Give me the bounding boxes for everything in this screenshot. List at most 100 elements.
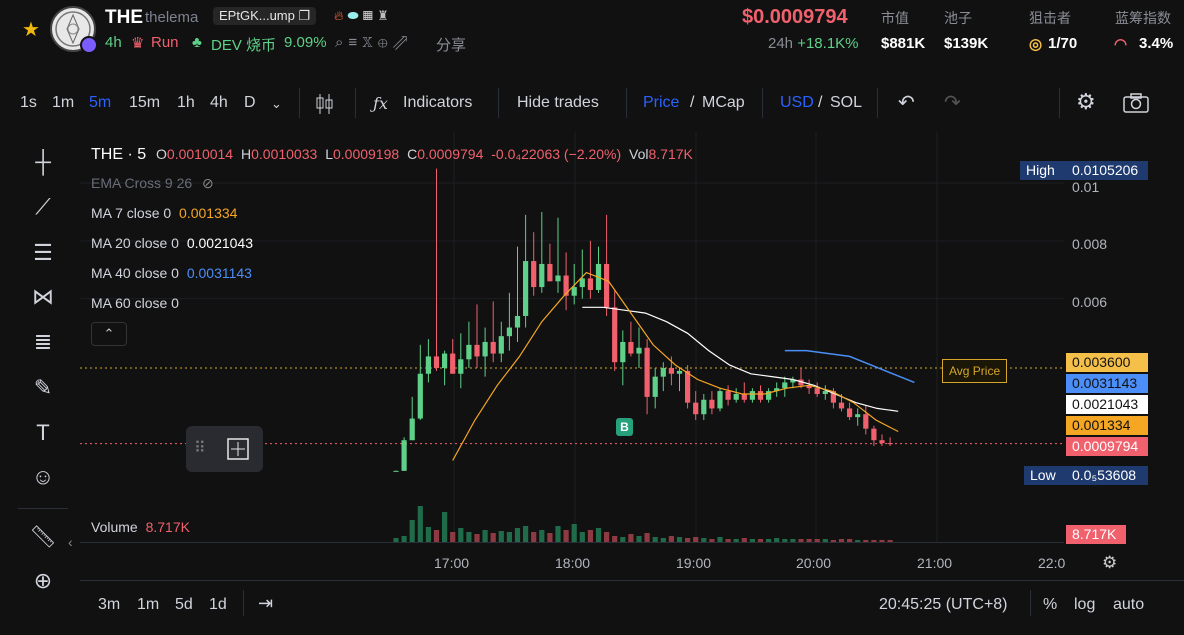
volume-bar	[571, 524, 577, 542]
indicators-fx-icon[interactable]: ƒx	[373, 94, 388, 113]
hide-trades-button[interactable]: Hide trades	[517, 94, 599, 112]
share-label[interactable]: 分享	[436, 34, 466, 55]
toolbar-divider	[1059, 88, 1060, 118]
candle-body	[733, 393, 739, 400]
axis-settings-icon[interactable]: ⚙	[1102, 553, 1117, 573]
collapse-toolbar-chevron-icon[interactable]: ‹	[68, 534, 73, 550]
candle-body	[628, 341, 634, 354]
candle-body	[620, 341, 626, 363]
candle-body	[741, 393, 747, 400]
legend-low: 0.0009198	[332, 146, 400, 162]
volume-bar	[482, 530, 488, 542]
price-tick-1: 0.008	[1072, 236, 1108, 252]
log-scale-toggle[interactable]: log	[1074, 596, 1095, 614]
candle-body	[709, 399, 715, 409]
token-flag-icons: 🔥︎⬬▦♜	[334, 8, 393, 24]
floating-drawing-panel[interactable]: ⠿	[186, 426, 263, 472]
volume-bar	[442, 512, 448, 542]
timeframe-1s[interactable]: 1s	[20, 94, 37, 112]
indicators-button[interactable]: Indicators	[403, 94, 472, 112]
ruler-icon[interactable]: 📏︎	[26, 520, 60, 554]
share-icon[interactable]: ⇗	[393, 34, 413, 51]
ema-cross-indicator[interactable]: EMA Cross 9 26 ⊘	[91, 175, 214, 192]
horizontal-lines-icon[interactable]: ☰	[26, 236, 60, 270]
candle-body	[822, 391, 828, 394]
ma40-indicator[interactable]: MA 40 close 0 0.0031143	[91, 265, 252, 281]
legend-vol-label: Vol	[629, 146, 649, 162]
timeframe-d[interactable]: D	[244, 94, 256, 112]
low-label: Low	[1024, 466, 1066, 485]
timeframe-1h[interactable]: 1h	[177, 94, 195, 112]
timeframe-4h[interactable]: 4h	[210, 94, 228, 112]
undo-icon[interactable]: ↶	[898, 90, 915, 115]
sol-toggle[interactable]: SOL	[830, 94, 862, 112]
collapse-legend-chevron-icon[interactable]: ⌃	[91, 322, 127, 346]
text-tool-icon[interactable]: T	[26, 416, 60, 450]
stat-label-mcap: 市值	[881, 10, 909, 26]
search-icon[interactable]: ⌕	[335, 34, 348, 51]
ma20-indicator[interactable]: MA 20 close 0 0.0021043	[91, 235, 253, 251]
price-chart[interactable]	[80, 132, 1064, 542]
candle-body	[514, 315, 521, 328]
price-toggle[interactable]: Price	[643, 94, 679, 112]
volume-bar	[531, 532, 537, 542]
candle-type-icon[interactable]	[313, 92, 335, 116]
candle-body	[531, 261, 537, 288]
legend-vol: 8.717K	[648, 146, 693, 162]
toggle-slash: /	[690, 94, 695, 111]
timeframe-15m[interactable]: 15m	[129, 94, 160, 112]
clock-display[interactable]: 20:45:25 (UTC+8)	[879, 596, 1008, 614]
auto-scale-toggle[interactable]: auto	[1113, 596, 1144, 614]
run-label: Run	[151, 34, 179, 51]
volume-bar	[409, 520, 415, 542]
toolbar-divider	[762, 88, 763, 118]
drag-handle-icon[interactable]: ⠿	[194, 438, 206, 458]
contract-address[interactable]: EPtGK...ump ❐	[213, 7, 317, 25]
candle-body	[425, 356, 431, 374]
candle-body	[417, 373, 423, 419]
buy-trade-marker[interactable]: B	[616, 418, 633, 436]
redo-icon[interactable]: ↷	[944, 90, 961, 115]
emoji-icon[interactable]: ☺	[26, 460, 60, 494]
brush-icon[interactable]: ✎	[26, 371, 60, 405]
percent-scale-toggle[interactable]: %	[1043, 596, 1057, 614]
target-icon: ◎	[1029, 36, 1043, 53]
token-symbol: THE	[105, 7, 143, 28]
time-tick-2: 19:00	[676, 555, 712, 571]
favorite-star-icon[interactable]: ★	[22, 17, 40, 42]
ma7-indicator[interactable]: MA 7 close 0 0.001334	[91, 205, 237, 221]
range-5d[interactable]: 5d	[175, 596, 193, 614]
ma7-value: 0.001334	[179, 205, 238, 221]
copy-icon[interactable]: ❐	[299, 8, 311, 23]
globe-icon[interactable]: ⊕	[378, 34, 393, 51]
timeframe-1m[interactable]: 1m	[52, 94, 74, 112]
date-range-calendar-icon[interactable]: ⇥	[258, 593, 273, 614]
volume-bar	[579, 532, 585, 542]
range-1d[interactable]: 1d	[209, 596, 227, 614]
timeframe-5m[interactable]: 5m	[89, 94, 111, 112]
range-3m[interactable]: 3m	[98, 596, 120, 614]
fib-retracement-icon[interactable]: ≣	[26, 325, 60, 359]
zoom-in-icon[interactable]: ⊕	[26, 564, 60, 598]
volume-label: Volume	[91, 519, 138, 535]
screenshot-camera-icon[interactable]	[1122, 92, 1150, 114]
x-icon[interactable]: 𝕏	[362, 34, 378, 51]
list-icon[interactable]: ≡	[348, 34, 362, 51]
settings-gear-icon[interactable]: ⚙	[1076, 89, 1096, 115]
dev-burn-label: DEV 烧币	[211, 37, 277, 54]
range-1m[interactable]: 1m	[137, 596, 159, 614]
hidden-eye-icon[interactable]: ⊘	[202, 175, 214, 191]
candle-body	[587, 278, 593, 290]
pattern-icon[interactable]: ⋈	[26, 280, 60, 314]
mcap-toggle[interactable]: MCap	[702, 94, 745, 112]
usd-toggle[interactable]: USD	[780, 94, 814, 112]
legend-open: 0.0010014	[166, 146, 234, 162]
timeframe-dropdown-chevron-icon[interactable]: ⌄	[271, 96, 282, 112]
crosshair-icon[interactable]: ┼	[26, 145, 60, 179]
trendline-icon[interactable]: ⟋	[26, 190, 60, 224]
ma60-indicator[interactable]: MA 60 close 0	[91, 295, 179, 311]
token-name: thelema	[145, 9, 199, 26]
volume-bar	[474, 534, 480, 542]
candle-body	[523, 261, 529, 316]
measure-tool-icon[interactable]	[224, 435, 252, 463]
